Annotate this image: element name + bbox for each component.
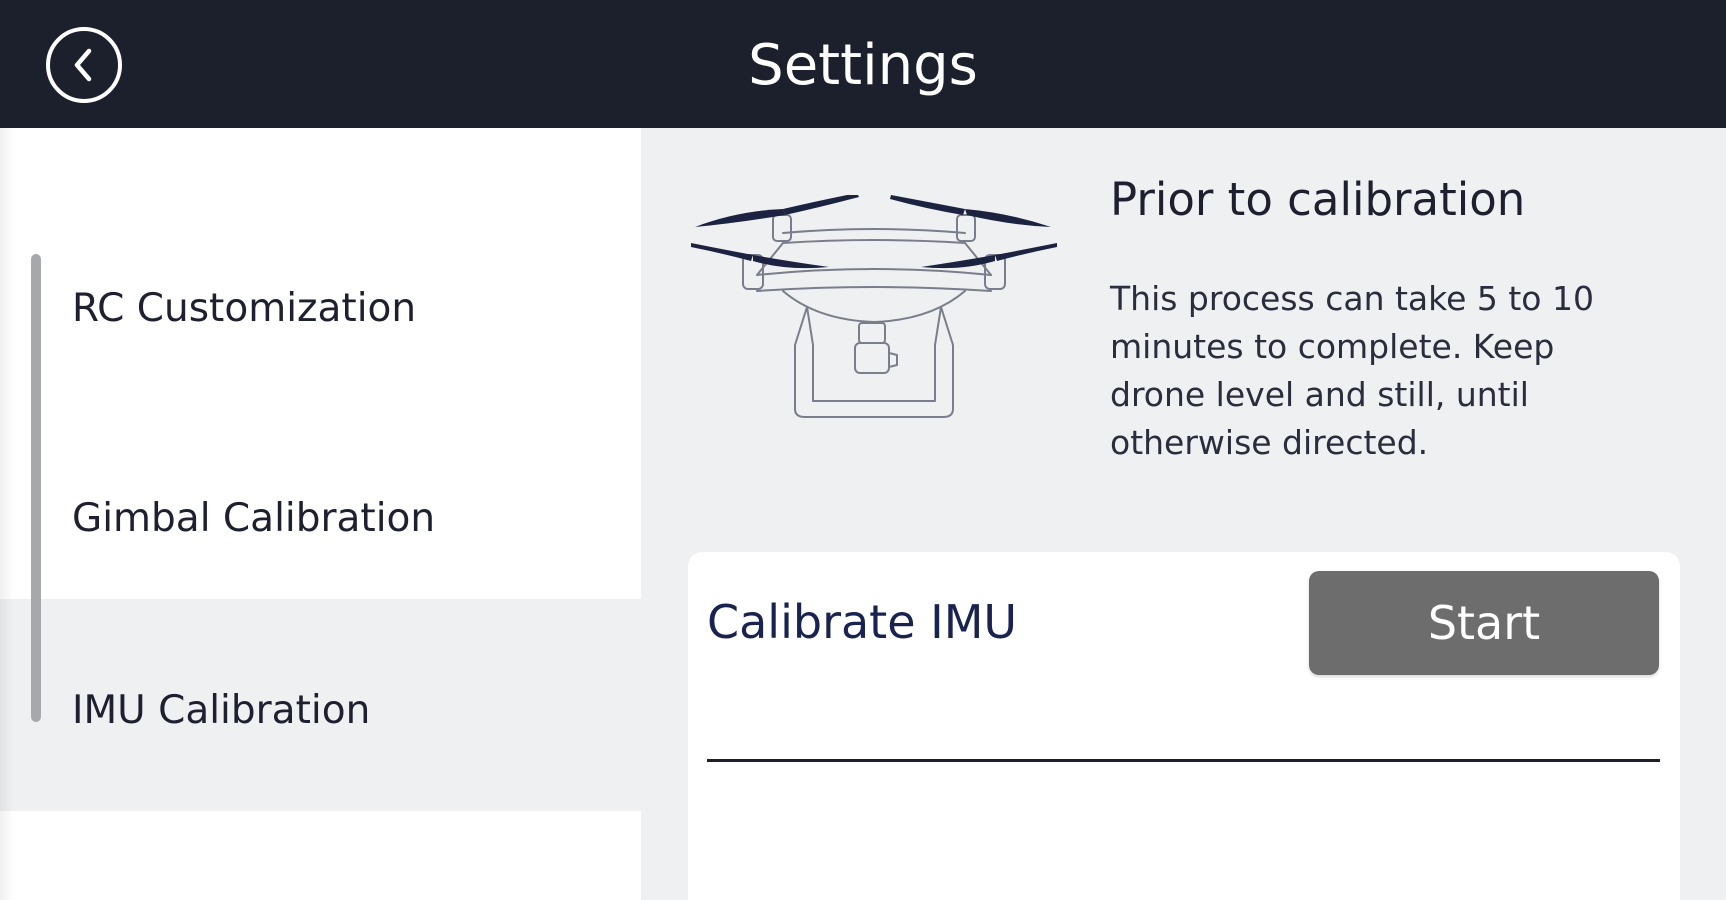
start-button[interactable]: Start <box>1309 571 1659 675</box>
sidebar-shadow <box>0 128 14 900</box>
page-title: Settings <box>748 33 978 98</box>
info-title: Prior to calibration <box>1110 173 1526 226</box>
drone-icon <box>691 195 1057 418</box>
info-text: This process can take 5 to 10 minutes to… <box>1110 279 1594 462</box>
chevron-left-icon <box>74 48 92 82</box>
sidebar-item-gimbal-calibration[interactable]: Gimbal Calibration <box>0 411 641 623</box>
sidebar-item-label: IMU Calibration <box>72 688 371 733</box>
progress-track <box>707 759 1660 762</box>
sidebar-item-rc-customization[interactable]: RC Customization <box>0 200 641 412</box>
sidebar-scrollbar[interactable] <box>31 254 41 722</box>
sidebar-item-imu-calibration[interactable]: IMU Calibration <box>0 599 641 811</box>
sidebar-item-label: Gimbal Calibration <box>72 496 436 541</box>
sidebar-item-label: RC Customization <box>72 286 417 331</box>
sidebar: RC Customization Gimbal Calibration IMU … <box>0 128 641 900</box>
card-title: Calibrate IMU <box>707 595 1018 649</box>
back-button[interactable] <box>46 27 122 103</box>
